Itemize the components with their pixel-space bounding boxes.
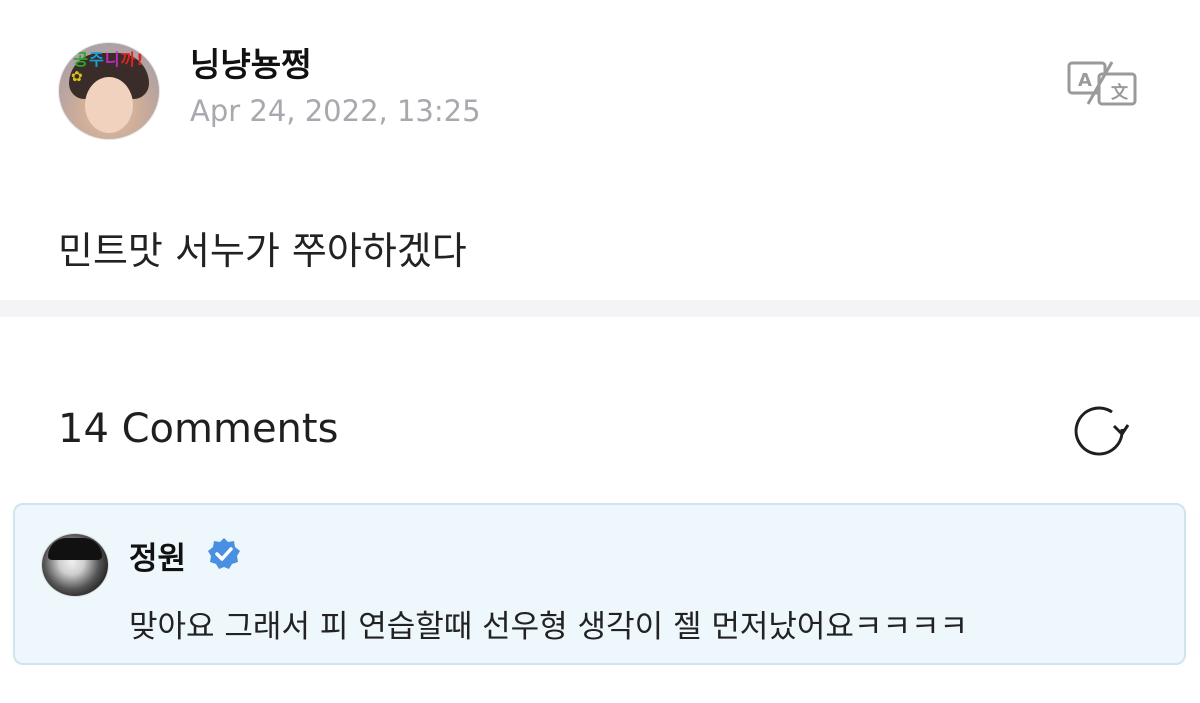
post-timestamp: Apr 24, 2022, 13:25 [190,94,481,128]
avatar-hat [48,538,102,560]
post-author-avatar[interactable]: 공주니까! ✿ [58,42,160,140]
svg-text:A: A [1078,70,1092,91]
avatar-face [85,77,133,133]
comments-count-title: 14 Comments [58,406,339,452]
post-body-text: 민트맛 서누가 쭈아하겠다 [58,229,467,273]
flower-icon: ✿ [71,69,83,85]
verified-badge-icon [207,537,241,571]
comment-text: 맞아요 그래서 피 연습할때 선우형 생각이 젤 먼저났어요ㅋㅋㅋㅋ [129,609,969,645]
svg-text:文: 文 [1111,82,1129,103]
comment-author-name[interactable]: 정원 [129,533,186,578]
refresh-icon [1074,406,1130,456]
refresh-button[interactable] [1072,403,1130,459]
comment-author-avatar[interactable] [41,533,109,597]
translate-icon: A 文 [1067,61,1137,106]
post-author-name[interactable]: 닝냥뇽쩡 [190,38,311,86]
post-detail-screen: 공주니까! ✿ 닝냥뇽쩡 Apr 24, 2022, 13:25 A 文 민트맛… [0,0,1200,703]
comment-card[interactable]: 정원 맞아요 그래서 피 연습할때 선우형 생각이 젤 먼저났어요ㅋㅋㅋㅋ [13,503,1186,665]
avatar-sticker-text: 공주니까! [73,50,145,69]
section-divider [0,300,1200,317]
translate-button[interactable]: A 文 [1066,60,1138,106]
